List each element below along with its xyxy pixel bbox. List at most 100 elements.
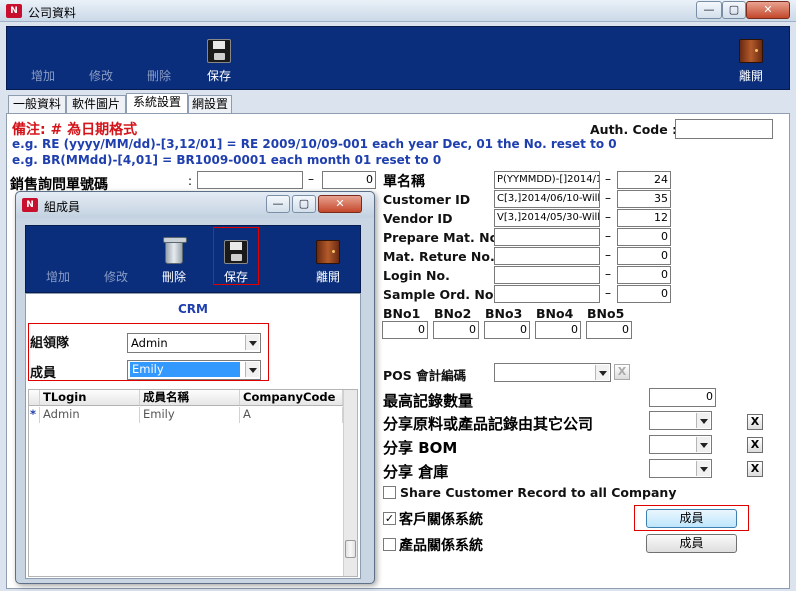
minimize-button[interactable]: — [696,1,722,19]
bno1-input[interactable]: 0 [382,321,428,339]
chevron-down-icon [696,461,710,476]
share-bom-clear-button[interactable]: X [747,437,763,453]
share-material-select[interactable] [649,411,712,430]
customer-id-count-input[interactable]: 35 [617,190,671,208]
blank-icon [31,39,55,63]
bno1-label: BNo1 [383,306,421,321]
tab-network-settings[interactable]: 網設置 [188,95,232,113]
add-button[interactable]: 增加 [19,29,67,89]
bno4-input[interactable]: 0 [535,321,581,339]
sales-inquiry-format-input[interactable] [197,171,303,189]
delete-button[interactable]: 刪除 [135,29,183,89]
auth-code-label: Auth. Code : [590,122,678,137]
edit-button[interactable]: 修改 [77,29,125,89]
pos-code-clear-button[interactable]: X [614,364,630,380]
mat-return-count-input[interactable]: 0 [617,247,671,265]
grid-col-member-name[interactable]: 成員名稱 [140,390,240,405]
customer-id-format-input[interactable]: C[3,]2014/06/10-Willy [494,190,600,208]
dialog-delete-button[interactable]: 刪除 [150,230,198,290]
dash: – [605,286,611,300]
close-button[interactable]: ✕ [746,1,790,19]
dash: – [308,172,314,186]
floppy-disk-icon [224,240,248,264]
notes-title: 備注: # 為日期格式 [12,122,138,138]
dialog-minimize-button[interactable]: — [266,195,290,213]
crm-system-checkbox[interactable]: ✓ [383,512,396,525]
main-window-title: 公司資料 [28,6,77,20]
tab-software-images[interactable]: 軟件圖片 [66,95,126,113]
share-material-clear-button[interactable]: X [747,414,763,430]
share-warehouse-clear-button[interactable]: X [747,461,763,477]
sample-ord-format-input[interactable] [494,285,600,303]
team-leader-label: 組領隊 [30,336,70,351]
dialog-exit-button[interactable]: 離開 [304,230,352,290]
sales-inquiry-count-input[interactable]: 0 [322,171,376,189]
bno5-input[interactable]: 0 [586,321,632,339]
login-no-label: Login No. [383,268,450,283]
dialog-maximize-button[interactable]: ▢ [292,195,316,213]
trash-can-icon [163,237,187,264]
grid-cell-member-name[interactable]: Emily [140,407,240,423]
bno3-input[interactable]: 0 [484,321,530,339]
grid-cell-company-code[interactable]: A [240,407,343,423]
doc-count-input[interactable]: 24 [617,171,671,189]
bno5-label: BNo5 [587,306,625,321]
bno3-label: BNo3 [485,306,523,321]
doc-format-input[interactable]: P(YYMMDD)-[]2014/1 [494,171,600,189]
dialog-edit-button[interactable]: 修改 [92,230,140,290]
vendor-id-count-input[interactable]: 12 [617,209,671,227]
maximize-button[interactable]: ▢ [722,1,746,19]
exit-button[interactable]: 離開 [727,29,775,89]
tab-system-settings[interactable]: 系統設置 [126,93,188,113]
grid-col-tlogin[interactable]: TLogin [40,390,140,405]
sales-inquiry-colon: : [188,174,193,188]
dash: – [605,191,611,205]
share-bom-label: 分享 BOM [383,439,458,457]
dash: – [605,248,611,262]
dialog-title: 組成員 [44,200,81,214]
table-row[interactable]: * Admin Emily A [29,407,343,423]
pos-code-select[interactable] [494,363,611,382]
vendor-id-label: Vendor ID [383,211,453,226]
doc-name-header: 單名稱 [383,174,425,190]
share-warehouse-select[interactable] [649,459,712,478]
app-logo-icon: N [22,198,38,212]
login-no-count-input[interactable]: 0 [617,266,671,284]
dialog-add-button[interactable]: 增加 [34,230,82,290]
prm-system-checkbox[interactable] [383,538,396,551]
grid-col-company-code[interactable]: CompanyCode [240,390,343,405]
save-button-label: 保存 [206,69,231,83]
prepare-mat-format-input[interactable] [494,228,600,246]
chevron-down-icon [245,362,259,377]
door-exit-icon [739,39,763,63]
prm-member-button[interactable]: 成員 [646,534,737,553]
share-customer-checkbox[interactable] [383,486,396,499]
dash: – [605,210,611,224]
bno2-input[interactable]: 0 [433,321,479,339]
dash: – [605,229,611,243]
dash: – [605,172,611,186]
share-bom-select[interactable] [649,435,712,454]
team-leader-select[interactable]: Admin [127,333,261,353]
save-button[interactable]: 保存 [195,29,243,89]
tab-general[interactable]: 一般資料 [8,95,66,113]
sample-ord-count-input[interactable]: 0 [617,285,671,303]
members-grid: TLogin 成員名稱 CompanyCode * Admin Emily A [28,389,358,577]
floppy-disk-icon [207,39,231,63]
grid-vertical-scrollbar[interactable] [343,390,357,576]
scrollbar-thumb[interactable] [345,540,356,558]
login-no-format-input[interactable] [494,266,600,284]
member-label: 成員 [30,366,57,381]
prepare-mat-count-input[interactable]: 0 [617,228,671,246]
max-records-input[interactable]: 0 [649,388,716,407]
dialog-close-button[interactable]: ✕ [318,195,362,213]
edit-button-label: 修改 [88,69,113,83]
crm-member-button[interactable]: 成員 [646,509,737,528]
vendor-id-format-input[interactable]: V[3,]2014/05/30-Willy [494,209,600,227]
grid-cell-tlogin[interactable]: Admin [40,407,140,423]
auth-code-input[interactable] [675,119,773,139]
chevron-down-icon [696,437,710,452]
mat-return-format-input[interactable] [494,247,600,265]
member-select[interactable]: Emily [127,360,261,380]
dialog-save-button[interactable]: 保存 [212,230,260,290]
